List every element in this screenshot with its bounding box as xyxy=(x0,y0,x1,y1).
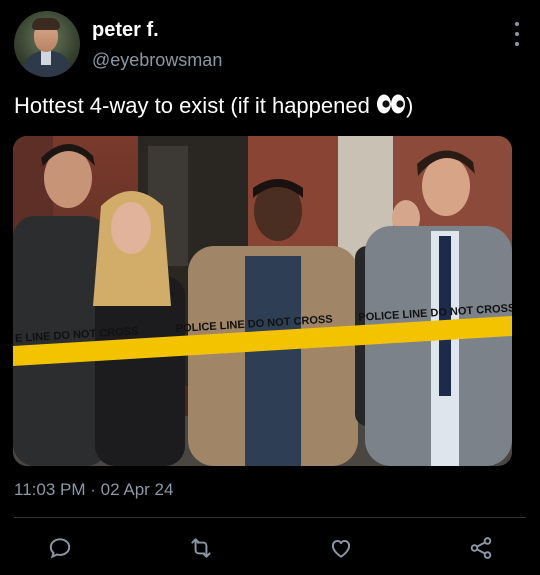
avatar[interactable] xyxy=(14,11,80,77)
tweet-time: 11:03 PM xyxy=(14,480,86,499)
action-bar xyxy=(0,528,540,568)
tweet-date: 02 Apr 24 xyxy=(100,480,174,499)
reply-button[interactable] xyxy=(46,534,74,562)
divider xyxy=(14,517,526,518)
retweet-button[interactable] xyxy=(187,534,215,562)
reply-icon xyxy=(49,538,71,559)
tweet-image[interactable]: E LINE DO NOT CROSS POLICE LINE DO NOT C… xyxy=(13,136,512,466)
tape-segment-1: E LINE DO NOT CROSS xyxy=(14,325,139,345)
like-button[interactable] xyxy=(327,534,355,562)
tape-segment-2: POLICE LINE DO NOT CROSS xyxy=(175,313,333,336)
author-name[interactable]: peter f. xyxy=(92,19,159,42)
tape-segment-3: POLICE LINE DO NOT CROSS xyxy=(358,302,512,324)
tweet-text-body: Hottest 4-way to exist (if it happened xyxy=(14,93,370,118)
more-options-icon[interactable] xyxy=(512,22,522,46)
tweet-text-end: ) xyxy=(405,93,414,118)
tweet-timestamp[interactable]: 11:03 PM · 02 Apr 24 xyxy=(14,480,173,500)
share-icon xyxy=(470,537,492,559)
meta-separator: · xyxy=(90,480,96,499)
tweet-header: peter f. @eyebrowsman xyxy=(14,10,526,80)
eyes-emoji-icon xyxy=(376,93,406,121)
share-button[interactable] xyxy=(467,534,495,562)
tweet-text: Hottest 4-way to exist (if it happened ) xyxy=(14,93,413,121)
retweet-icon xyxy=(191,538,211,558)
heart-icon xyxy=(331,539,351,558)
author-handle[interactable]: @eyebrowsman xyxy=(92,50,222,71)
